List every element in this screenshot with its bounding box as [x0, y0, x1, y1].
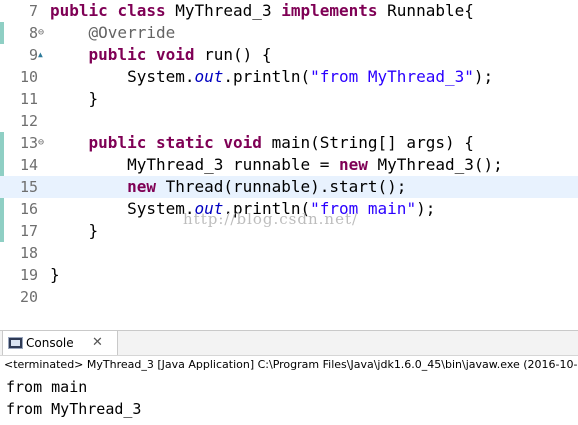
line-number: 10: [19, 68, 38, 86]
code-text: }: [50, 264, 60, 286]
code-line[interactable]: 12: [0, 110, 578, 132]
code-token: @Override: [88, 23, 176, 42]
console-output[interactable]: from main from MyThread_3: [0, 376, 578, 425]
console-output-line: from main: [6, 378, 88, 396]
fold-toggle-icon[interactable]: ⊖: [38, 22, 47, 44]
line-number: 17: [19, 222, 38, 240]
line-number: 16: [19, 200, 38, 218]
code-text: }: [50, 220, 99, 242]
code-token: }: [50, 221, 99, 240]
code-token: public: [50, 1, 108, 20]
code-token: out: [194, 67, 224, 86]
code-token: );: [473, 67, 494, 86]
code-text: public static void main(String[] args) {: [50, 132, 474, 154]
code-line[interactable]: 20: [0, 286, 578, 308]
code-token: void: [223, 133, 262, 152]
code-line[interactable]: 8 ⊖ @Override: [0, 22, 578, 44]
line-number: 13: [19, 134, 38, 152]
console-icon: [8, 337, 23, 349]
code-token: );: [416, 199, 436, 218]
code-line[interactable]: 14 MyThread_3 runnable = new MyThread_3(…: [0, 154, 578, 176]
console-output-line: from MyThread_3: [6, 400, 142, 418]
tab-console[interactable]: Console ✕: [2, 331, 118, 355]
code-token: Thread(runnable).start();: [155, 177, 407, 196]
code-line[interactable]: 15 new Thread(runnable).start();: [0, 176, 578, 198]
console-tab-label: Console: [26, 336, 74, 350]
code-token: System.: [50, 67, 195, 86]
code-token: class: [117, 1, 166, 20]
line-number: 7: [28, 2, 38, 20]
line-number: 20: [19, 288, 38, 306]
code-line[interactable]: 18: [0, 242, 578, 264]
line-number: 8: [28, 24, 38, 42]
code-line[interactable]: 7 public class MyThread_3 implements Runn…: [0, 0, 578, 22]
code-token: "from MyThread_3": [310, 67, 474, 86]
code-token: }: [50, 89, 99, 108]
code-token: static: [155, 133, 214, 152]
line-number: 18: [19, 244, 38, 262]
code-text: public void run() {: [50, 44, 272, 66]
override-marker-icon: ▲: [38, 50, 43, 59]
code-token: MyThread_3();: [367, 155, 503, 174]
line-number: 9: [28, 46, 38, 64]
code-editor[interactable]: 7 public class MyThread_3 implements Runn…: [0, 0, 578, 320]
code-token: void: [155, 45, 195, 64]
line-number: 11: [19, 90, 38, 108]
code-text: System.out.println("from MyThread_3");: [50, 66, 493, 88]
code-text: @Override: [50, 22, 176, 44]
code-line[interactable]: 19}: [0, 264, 578, 286]
code-token: Runnable{: [377, 1, 474, 20]
code-token: public: [88, 133, 147, 152]
code-token: .println(: [223, 67, 311, 86]
code-line[interactable]: 9 ▲ public void run() {: [0, 44, 578, 66]
console-tab-bar: Console ✕: [0, 330, 578, 356]
code-token: MyThread_3 runnable =: [50, 155, 339, 174]
code-line[interactable]: 13 ⊖ public static void main(String[] arg…: [0, 132, 578, 154]
line-number: 12: [19, 112, 38, 130]
console-status: <terminated> MyThread_3 [Java Applicatio…: [4, 358, 578, 371]
line-number: 19: [19, 266, 38, 284]
code-token: new: [338, 155, 368, 174]
code-token: main(String[] args) {: [261, 133, 474, 152]
code-token: new: [127, 177, 156, 196]
fold-toggle-icon[interactable]: ⊖: [38, 132, 47, 154]
code-token: MyThread_3: [165, 1, 282, 20]
code-text: MyThread_3 runnable = new MyThread_3();: [50, 154, 503, 176]
code-text: public class MyThread_3 implements Runna…: [50, 0, 474, 22]
code-line[interactable]: 10 System.out.println("from MyThread_3")…: [0, 66, 578, 88]
close-icon[interactable]: ✕: [92, 331, 103, 355]
code-token: }: [50, 265, 60, 284]
code-token: public: [88, 45, 147, 64]
code-text: new Thread(runnable).start();: [50, 176, 406, 198]
code-text: }: [50, 88, 99, 110]
code-token: run() {: [194, 45, 272, 64]
code-token: implements: [281, 1, 378, 20]
code-line[interactable]: 11 }: [0, 88, 578, 110]
line-number: 14: [19, 156, 38, 174]
watermark: http://blog.csdn.net/: [183, 210, 359, 228]
line-number: 15: [19, 178, 38, 196]
code-token: System.: [50, 199, 195, 218]
